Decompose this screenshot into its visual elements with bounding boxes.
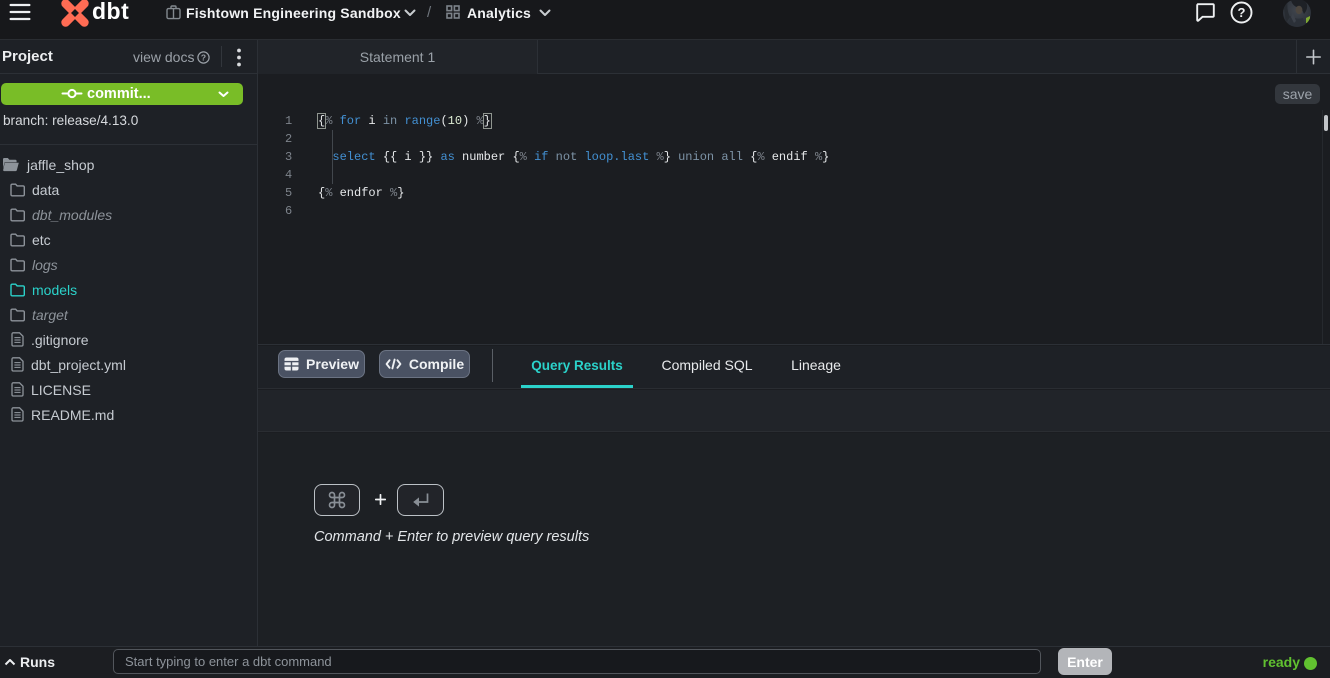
svg-text:?: ? — [1238, 5, 1246, 20]
svg-text:?: ? — [201, 52, 206, 62]
